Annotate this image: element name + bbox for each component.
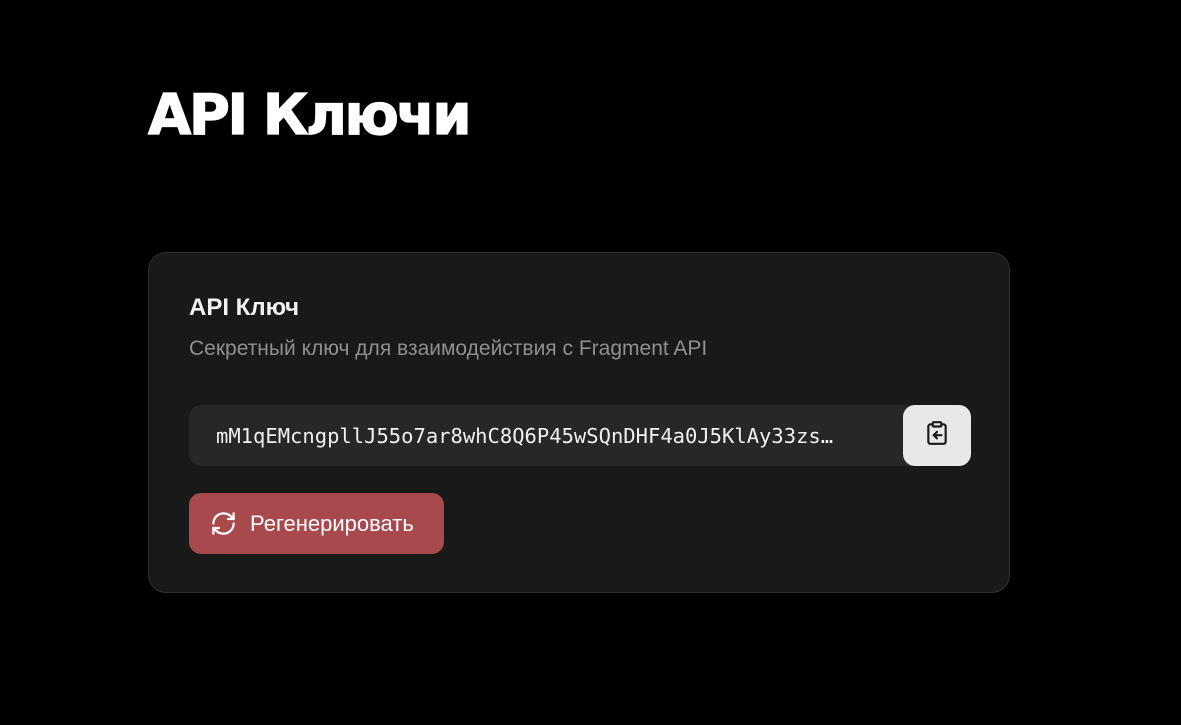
page-title: API Ключи [147, 82, 472, 148]
api-key-field[interactable]: mM1qEMcngpllJ55o7ar8whC8Q6P45wSQnDHF4a0J… [189, 405, 929, 466]
api-key-value: mM1qEMcngpllJ55o7ar8whC8Q6P45wSQnDHF4a0J… [216, 423, 834, 448]
api-key-card: API Ключ Секретный ключ для взаимодейств… [148, 252, 1010, 593]
card-title: API Ключ [189, 294, 300, 321]
copy-button[interactable] [903, 405, 971, 466]
api-key-row: mM1qEMcngpllJ55o7ar8whC8Q6P45wSQnDHF4a0J… [189, 405, 971, 466]
regenerate-label: Регенерировать [250, 510, 414, 536]
card-description: Секретный ключ для взаимодействия с Frag… [189, 337, 708, 360]
clipboard-copy-icon [924, 420, 950, 451]
refresh-icon [209, 510, 237, 538]
regenerate-button[interactable]: Регенерировать [189, 493, 444, 554]
